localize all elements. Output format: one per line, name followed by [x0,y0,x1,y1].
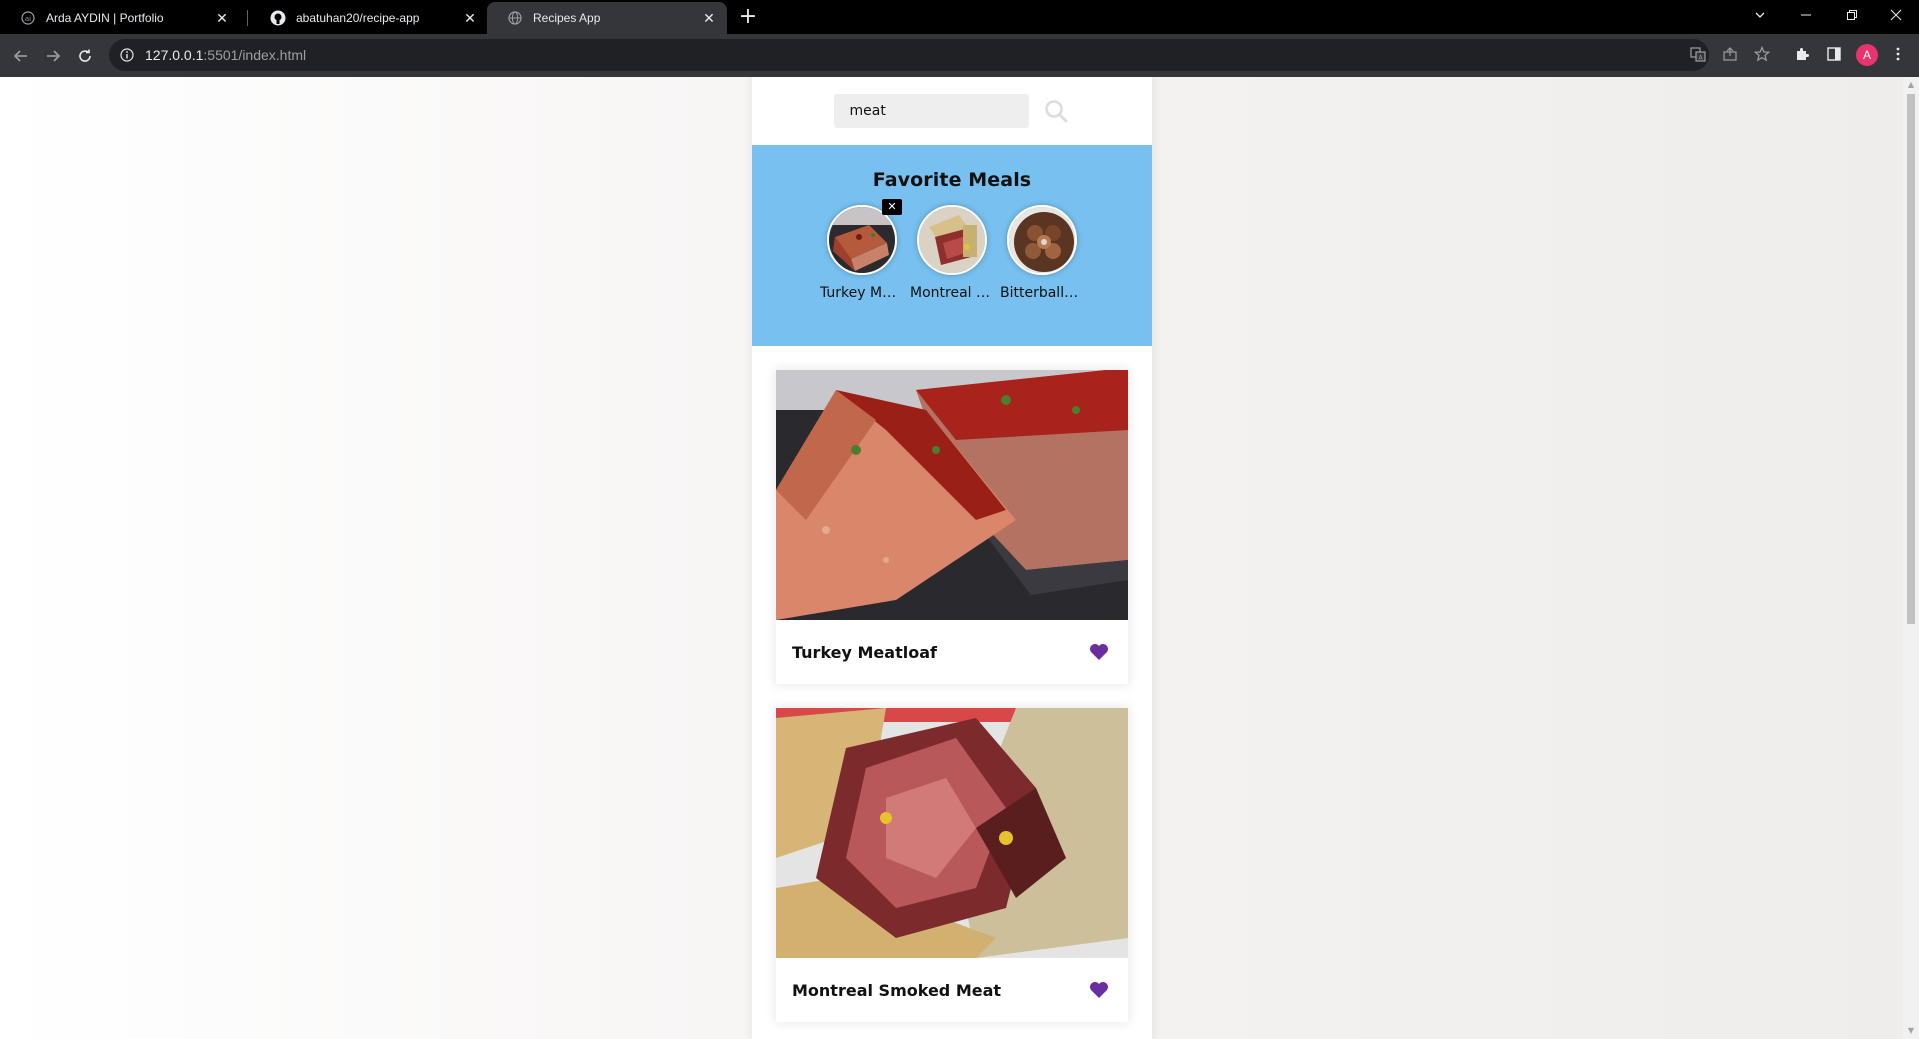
favorites-title: Favorite Meals [872,169,1032,191]
recipes-app: Favorite Meals ✕ [752,77,1152,1039]
favorite-button[interactable] [1086,977,1112,1003]
browser-toolbar: 127.0.0.1:5501/index.html A A [0,34,1919,77]
restore-button[interactable] [1829,0,1875,30]
search-button[interactable] [1041,96,1071,126]
favorite-meal-image [1007,205,1077,275]
meals-list: Turkey Meatloaf Montreal Smoked Meat [752,346,1152,1022]
scrollbar-thumb[interactable] [1907,94,1915,624]
tab-portfolio[interactable]: ai Arda AYDIN | Portfolio ✕ [0,2,240,34]
tab-recipes[interactable]: Recipes App ✕ [487,2,727,34]
search-icon [1044,100,1067,123]
scroll-down-arrow-icon[interactable]: ▼ [1907,1027,1915,1035]
meal-body: Turkey Meatloaf [776,620,1128,684]
remove-favorite-button[interactable]: ✕ [882,199,902,215]
side-panel-icon[interactable] [1822,42,1846,66]
favorite-meal-image [917,205,987,275]
close-icon[interactable]: ✕ [701,10,717,26]
close-icon[interactable]: ✕ [462,10,478,26]
close-window-button[interactable] [1873,0,1919,30]
forward-button[interactable] [39,42,67,70]
close-icon[interactable]: ✕ [214,10,230,26]
profile-avatar[interactable]: A [1856,44,1878,66]
meal-title: Turkey Meatloaf [792,642,937,662]
url-text: 127.0.0.1:5501/index.html [145,47,306,63]
favorite-meal-name: Montreal Smoked Meat [910,285,994,301]
back-button[interactable] [7,42,35,70]
heart-icon [1090,982,1108,998]
minimize-button[interactable] [1783,0,1829,30]
favorite-item[interactable]: Bitterballen (Dutch meatballs) [997,205,1087,301]
tab-strip: ai Arda AYDIN | Portfolio ✕ abatuhan20/r… [0,0,1919,34]
search-input[interactable] [833,94,1029,128]
meal-title: Montreal Smoked Meat [792,980,1002,1000]
github-icon [270,10,286,26]
tab-github[interactable]: abatuhan20/recipe-app ✕ [250,2,488,34]
page-viewport: Favorite Meals ✕ [0,77,1903,1039]
page-scrollbar[interactable]: ▲ ▼ [1903,77,1919,1039]
favorite-item[interactable]: ✕ Turkey Meatloaf [817,199,907,301]
tab-title: Recipes App [533,11,601,25]
meal-body: Montreal Smoked Meat [776,958,1128,1022]
search-bar [752,77,1152,145]
favorite-button[interactable] [1086,639,1112,665]
tab-title: Arda AYDIN | Portfolio [46,11,164,25]
meal-card[interactable]: Montreal Smoked Meat [776,708,1128,1022]
more-menu-icon[interactable] [1886,42,1910,66]
favorite-meals-section: Favorite Meals ✕ Turkey Meat Montreal S … [752,145,1152,346]
info-icon[interactable] [119,47,135,63]
meal-image [776,370,1128,620]
globe-icon: ai [20,10,36,26]
favorite-item[interactable]: Montreal Smoked Meat [907,205,997,301]
tab-title: abatuhan20/recipe-app [296,11,420,25]
bookmark-star-icon[interactable] [1750,42,1774,66]
heart-icon [1090,644,1108,660]
scroll-up-arrow-icon[interactable]: ▲ [1907,81,1915,89]
url-path: :5501/index.html [203,47,307,63]
tab-search-icon[interactable] [1737,0,1783,30]
favorite-meal-image [827,205,897,275]
svg-text:ai: ai [25,15,31,23]
url-host: 127.0.0.1 [145,47,204,63]
meal-card[interactable]: Turkey Meatloaf [776,370,1128,684]
translate-icon[interactable]: A [1686,42,1710,66]
globe-icon [507,10,523,26]
meal-image [776,708,1128,958]
address-bar[interactable]: 127.0.0.1:5501/index.html [109,39,1709,71]
new-tab-button[interactable]: + [737,6,759,28]
share-icon[interactable] [1718,42,1742,66]
favorite-meal-name: Bitterballen (Dutch meatballs) [1000,285,1084,301]
favorite-meal-name: Turkey Meatloaf [820,285,904,301]
reload-button[interactable] [71,42,99,70]
favorites-list: ✕ Turkey Meatloaf Montr [752,199,1152,301]
extensions-icon[interactable] [1790,42,1814,66]
